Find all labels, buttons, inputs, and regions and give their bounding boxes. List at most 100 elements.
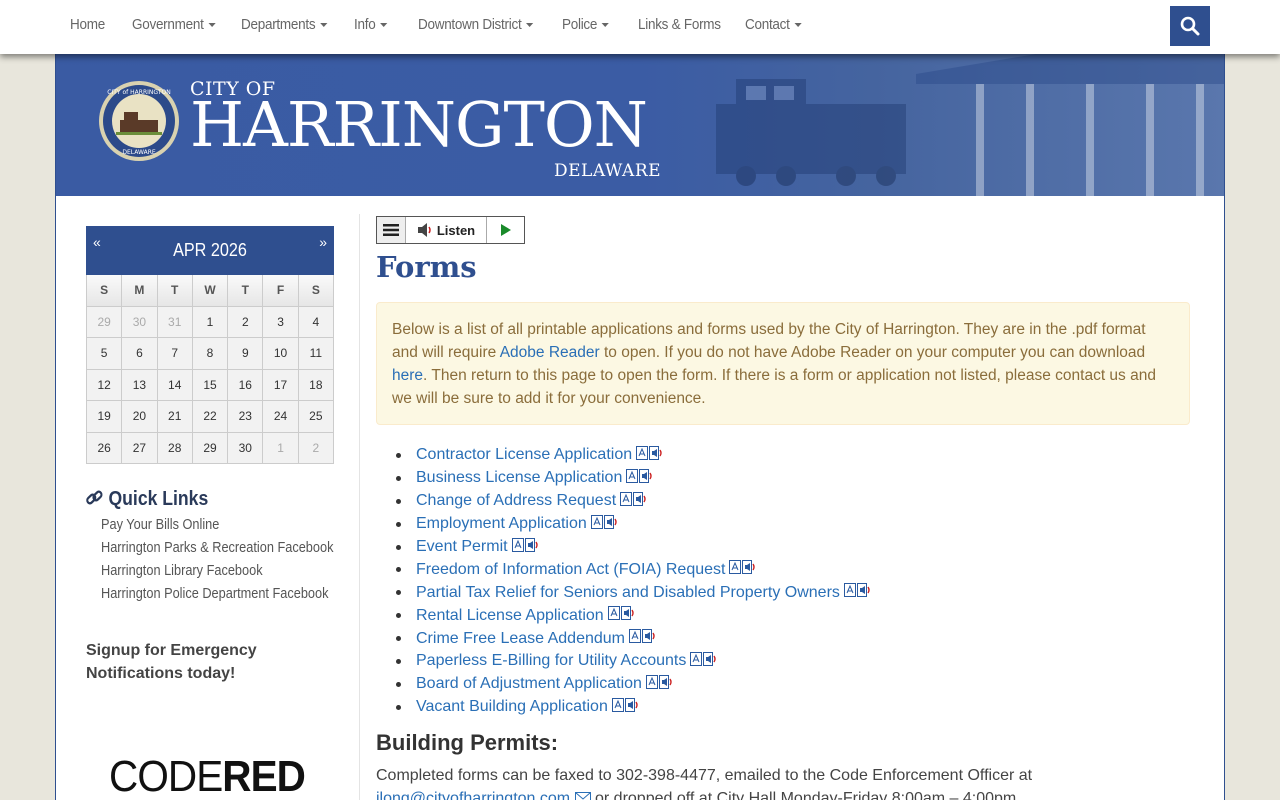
form-link[interactable]: Event Permit	[416, 538, 508, 556]
calendar-day[interactable]: 6	[122, 338, 158, 370]
form-link[interactable]: Crime Free Lease Addendum	[416, 630, 625, 648]
pdf-icon[interactable]	[645, 674, 658, 694]
listen-button[interactable]: Listen	[406, 217, 487, 243]
readspeaker-doc-icon[interactable]	[642, 629, 658, 648]
form-link[interactable]: Contractor License Application	[416, 446, 632, 464]
codered-logo[interactable]: CODERED	[109, 752, 306, 800]
pdf-icon[interactable]	[607, 606, 620, 625]
form-link[interactable]: Rental License Application	[416, 607, 604, 625]
calendar-day[interactable]: 9	[228, 338, 264, 370]
calendar-day[interactable]: 17	[263, 369, 299, 401]
pdf-icon[interactable]	[690, 651, 703, 671]
form-link[interactable]: Change of Address Request	[416, 492, 616, 510]
readspeaker-doc-icon[interactable]	[603, 514, 620, 534]
readspeaker-doc-icon[interactable]	[633, 491, 649, 511]
pdf-icon[interactable]	[511, 537, 524, 557]
nav-item-home[interactable]: Home	[70, 16, 105, 33]
calendar-day[interactable]: 4	[298, 306, 334, 338]
download-here-link[interactable]: here	[392, 367, 423, 384]
nav-item-label: Contact	[745, 16, 790, 33]
calendar-day[interactable]: 25	[298, 401, 334, 433]
calendar-day[interactable]: 14	[157, 369, 193, 401]
calendar-day[interactable]: 15	[192, 369, 229, 401]
nav-item-links-forms[interactable]: Links & Forms	[638, 16, 721, 33]
search-button[interactable]	[1170, 6, 1210, 46]
calendar-day[interactable]: 11	[298, 338, 334, 370]
nav-item-info[interactable]: Info	[354, 16, 388, 33]
nav-item-police[interactable]: Police	[562, 16, 609, 33]
form-list-item: Business License Application	[396, 467, 873, 490]
calendar-day[interactable]: 24	[263, 401, 299, 433]
form-link[interactable]: Freedom of Information Act (FOIA) Reques…	[416, 561, 725, 579]
pdf-icon[interactable]	[590, 514, 603, 534]
form-link[interactable]: Board of Adjustment Application	[416, 675, 642, 693]
form-link[interactable]: Vacant Building Application	[416, 698, 608, 716]
calendar-day[interactable]: 18	[298, 369, 334, 401]
readspeaker-doc-icon[interactable]	[649, 445, 665, 465]
pdf-icon[interactable]	[843, 583, 856, 602]
form-link[interactable]: Business License Application	[416, 469, 622, 487]
form-list-item: Event Permit	[396, 536, 873, 559]
readspeaker-doc-icon[interactable]	[658, 674, 675, 694]
calendar-day[interactable]: 30	[122, 306, 158, 338]
readspeaker-doc-icon[interactable]	[639, 468, 655, 488]
pdf-icon[interactable]	[620, 491, 633, 511]
calendar-day[interactable]: 22	[192, 401, 229, 433]
calendar-day[interactable]: 29	[192, 432, 229, 464]
calendar-day[interactable]: 27	[122, 432, 158, 464]
nav-item-contact[interactable]: Contact	[745, 16, 802, 33]
form-link[interactable]: Paperless E-Billing for Utility Accounts	[416, 652, 686, 670]
calendar-day[interactable]: 8	[192, 338, 229, 370]
quick-link[interactable]: Harrington Parks & Recreation Facebook	[101, 539, 333, 562]
emergency-signup[interactable]: Signup for Emergency Notifications today…	[86, 639, 316, 685]
calendar-day[interactable]: 31	[157, 306, 193, 338]
calendar-day[interactable]: 28	[157, 432, 193, 464]
quick-link[interactable]: Harrington Police Department Facebook	[101, 585, 333, 608]
calendar-day[interactable]: 5	[87, 338, 123, 370]
calendar-day[interactable]: 3	[263, 306, 299, 338]
readspeaker-doc-icon[interactable]	[742, 560, 758, 579]
nav-item-departments[interactable]: Departments	[241, 16, 328, 33]
calendar-next-button[interactable]: »	[319, 234, 327, 250]
calendar-day[interactable]: 23	[228, 401, 264, 433]
calendar-day[interactable]: 26	[87, 432, 123, 464]
form-link[interactable]: Partial Tax Relief for Seniors and Disab…	[416, 584, 840, 602]
readspeaker-doc-icon[interactable]	[624, 697, 641, 717]
readspeaker-doc-icon[interactable]	[620, 606, 637, 625]
form-link[interactable]: Employment Application	[416, 515, 587, 533]
calendar-day[interactable]: 7	[157, 338, 193, 370]
envelope-icon	[574, 792, 591, 800]
calendar-day[interactable]: 2	[298, 432, 334, 464]
pdf-icon[interactable]	[729, 560, 742, 579]
calendar-day[interactable]: 19	[87, 401, 123, 433]
calendar-day[interactable]: 13	[122, 369, 158, 401]
calendar-day[interactable]: 30	[228, 432, 264, 464]
quick-link[interactable]: Pay Your Bills Online	[101, 516, 333, 539]
listen-menu-button[interactable]	[377, 217, 406, 243]
nav-item-downtown-district[interactable]: Downtown District	[418, 16, 534, 33]
calendar-day[interactable]: 1	[192, 306, 229, 338]
calendar-day[interactable]: 16	[228, 369, 264, 401]
pdf-icon[interactable]	[611, 697, 624, 717]
calendar-day[interactable]: 21	[157, 401, 193, 433]
pdf-icon[interactable]	[636, 445, 649, 465]
calendar-day[interactable]: 10	[263, 338, 299, 370]
listen-play-button[interactable]	[487, 217, 524, 243]
pdf-icon[interactable]	[629, 629, 641, 648]
pdf-icon[interactable]	[626, 468, 639, 488]
depot-building-image	[916, 54, 1224, 196]
calendar-day[interactable]: 29	[87, 306, 123, 338]
readspeaker-doc-icon[interactable]	[524, 537, 541, 557]
adobe-reader-link[interactable]: Adobe Reader	[500, 344, 600, 361]
calendar-day[interactable]: 2	[228, 306, 264, 338]
readspeaker-doc-icon[interactable]	[703, 651, 719, 671]
site-banner[interactable]: CITY of HARRINGTON DELAWARE CITY OF HARR…	[56, 54, 1224, 196]
calendar-day[interactable]: 1	[263, 432, 299, 464]
calendar-day[interactable]: 12	[87, 369, 123, 401]
calendar-day[interactable]: 20	[122, 401, 158, 433]
nav-item-government[interactable]: Government	[132, 16, 216, 33]
readspeaker-doc-icon[interactable]	[856, 583, 873, 602]
quick-link[interactable]: Harrington Library Facebook	[101, 562, 333, 585]
code-enforcement-email-link[interactable]: jlong@cityofharrington.com	[376, 790, 570, 800]
notice-text-3: . Then return to this page to open the f…	[392, 367, 1156, 407]
